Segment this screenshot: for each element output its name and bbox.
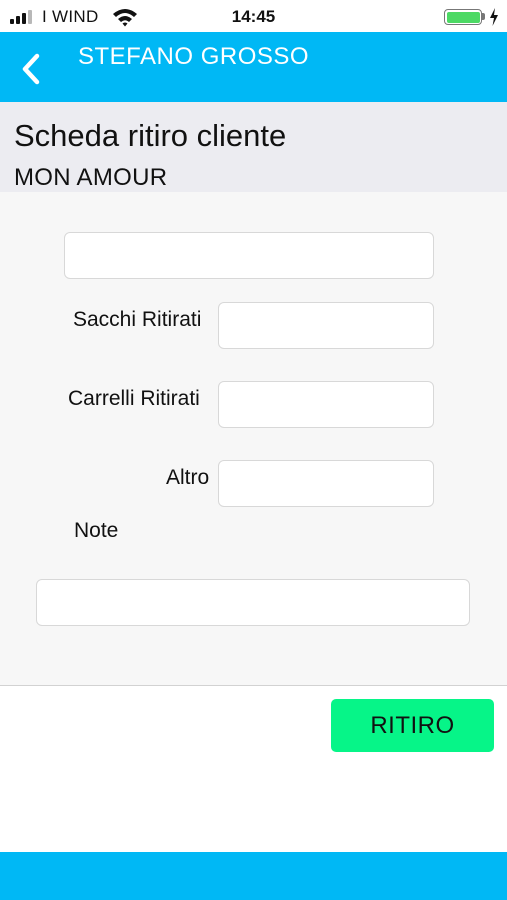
- client-name: MON AMOUR: [14, 164, 168, 191]
- ritiro-button[interactable]: RITIRO: [331, 699, 494, 752]
- status-time: 14:45: [231, 7, 276, 26]
- pickup-form: Sacchi Ritirati Carrelli Ritirati Altro …: [0, 192, 507, 686]
- altro-input[interactable]: [218, 460, 434, 507]
- note-input[interactable]: [36, 579, 470, 626]
- status-bar: I WIND 14:45: [0, 0, 507, 32]
- note-label: Note: [74, 519, 119, 542]
- page-header: Scheda ritiro cliente MON AMOUR: [0, 102, 507, 192]
- carrelli-label: Carrelli Ritirati: [68, 387, 200, 410]
- battery-tip: [482, 13, 485, 20]
- nav-title: STEFANO GROSSO: [78, 43, 310, 70]
- carrelli-input[interactable]: [218, 381, 434, 428]
- nav-bar: STEFANO GROSSO: [0, 32, 507, 102]
- chevron-left-icon[interactable]: [20, 52, 44, 86]
- page-title: Scheda ritiro cliente: [14, 118, 287, 153]
- top-input[interactable]: [64, 232, 434, 279]
- battery-charging-icon: [444, 9, 482, 25]
- sacchi-input[interactable]: [218, 302, 434, 349]
- sacchi-label: Sacchi Ritirati: [73, 308, 202, 331]
- bottom-bar: [0, 852, 507, 900]
- charging-bolt-icon: [490, 8, 498, 26]
- altro-label: Altro: [166, 466, 210, 489]
